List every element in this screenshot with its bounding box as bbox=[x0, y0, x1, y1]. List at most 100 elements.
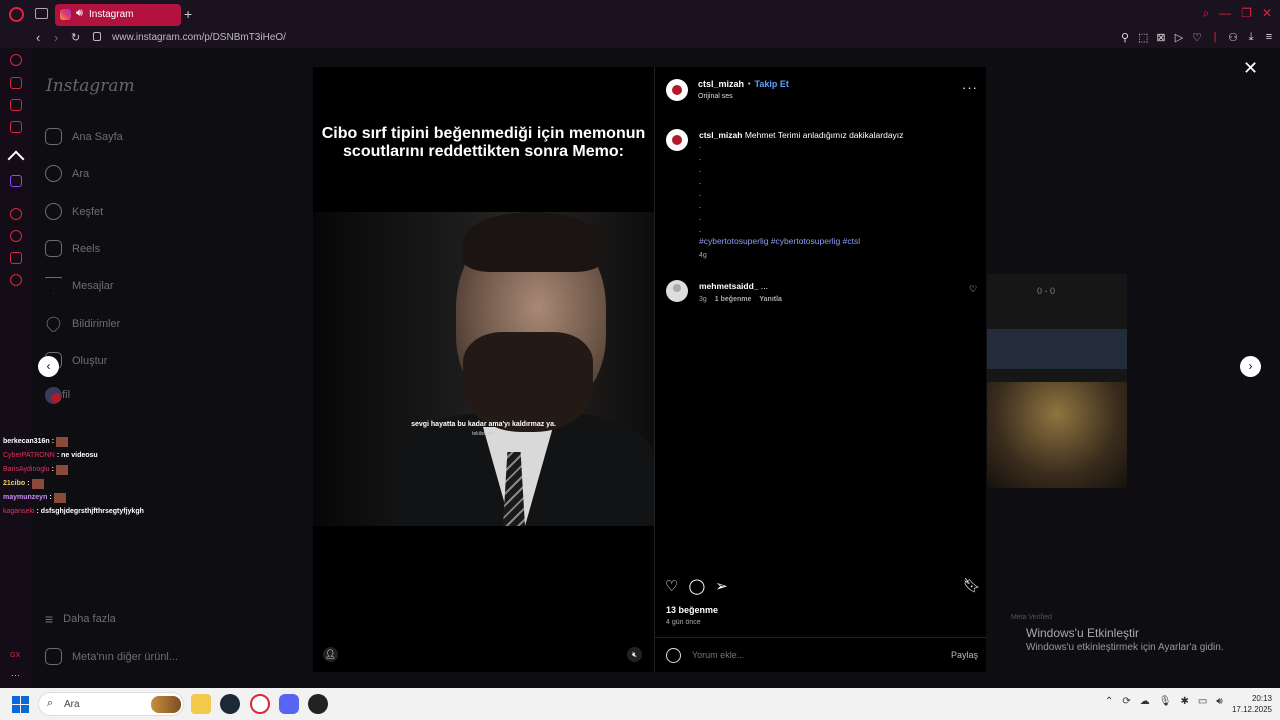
aria-icon[interactable] bbox=[10, 77, 22, 89]
network-icon[interactable]: ▭ bbox=[1198, 696, 1207, 707]
messenger-icon[interactable] bbox=[10, 99, 22, 111]
arrow-icon[interactable] bbox=[7, 150, 25, 168]
author-username[interactable]: ctsl_mizah bbox=[698, 79, 744, 89]
caption-line: ctsl_mizah Mehmet Terimi anladığımız dak… bbox=[699, 130, 979, 140]
more-options-icon[interactable]: ··· bbox=[962, 80, 978, 95]
nav-home[interactable]: Ana Sayfa bbox=[45, 128, 123, 145]
pin-icon[interactable]: ⚲ bbox=[1120, 31, 1130, 44]
back-button[interactable]: ‹ bbox=[36, 30, 40, 45]
url-field[interactable]: www.instagram.com/p/DSNBmT3iHeO/ bbox=[112, 32, 286, 43]
minimize-button[interactable]: — bbox=[1219, 6, 1231, 21]
tab-instagram[interactable]: 🔊︎ Instagram bbox=[55, 4, 181, 26]
comment-icon[interactable]: ◯ bbox=[688, 577, 705, 595]
nav-more[interactable]: ≡ Daha fazla bbox=[45, 611, 116, 627]
nav-profile[interactable]: Profil bbox=[45, 386, 70, 404]
settings-icon[interactable] bbox=[10, 274, 22, 286]
sync-icon[interactable]: ⟳ bbox=[1122, 696, 1130, 707]
like-icon[interactable]: ♡ bbox=[665, 577, 678, 595]
download-icon[interactable]: ⤓ bbox=[1246, 31, 1256, 44]
chat-user: CyberPATRONN bbox=[3, 452, 55, 459]
instagram-icon[interactable] bbox=[10, 121, 22, 133]
tagged-users-icon[interactable]: 👤︎ bbox=[323, 647, 338, 662]
menu-icon[interactable]: ≡ bbox=[1264, 31, 1274, 44]
nav-notifications[interactable]: Bildirimler bbox=[43, 313, 120, 334]
comment-like-icon[interactable]: ♡ bbox=[969, 284, 977, 295]
audio-link[interactable]: Orijinal ses bbox=[698, 93, 733, 100]
speaker-icon[interactable]: 🔊︎ bbox=[76, 7, 83, 20]
instagram-favicon-icon bbox=[60, 9, 71, 20]
nav-label: Ara bbox=[72, 167, 90, 180]
caption-text: Mehmet Terimi anladığımız dakikalardayız bbox=[744, 130, 904, 140]
chat-text: : bbox=[51, 438, 55, 445]
lock-icon[interactable] bbox=[93, 32, 101, 41]
chevron-up-icon[interactable]: ⌃ bbox=[1105, 696, 1113, 707]
gx-icon[interactable]: GX bbox=[10, 652, 20, 659]
post-media[interactable]: Cibo sırf tipini beğenmediği için memonu… bbox=[313, 67, 654, 672]
meta-verified-link[interactable]: Meta Verified bbox=[1011, 614, 1052, 621]
follow-button[interactable]: Takip Et bbox=[754, 79, 788, 89]
speed-dial-icon[interactable] bbox=[10, 54, 22, 66]
reload-button[interactable]: ↻ bbox=[71, 31, 80, 44]
new-tab-button[interactable]: + bbox=[184, 6, 192, 22]
post-comment-button[interactable]: Paylaş bbox=[951, 650, 978, 660]
twitch-icon[interactable] bbox=[10, 175, 22, 187]
opera-gx-icon[interactable] bbox=[250, 694, 270, 714]
steam-icon[interactable] bbox=[220, 694, 240, 714]
comment-likes[interactable]: 1 beğenme bbox=[715, 296, 752, 303]
caption-dot: . bbox=[699, 165, 702, 174]
nav-messages[interactable]: Mesajlar bbox=[45, 277, 114, 294]
heart-icon[interactable]: ♡ bbox=[1192, 31, 1202, 44]
more-icon[interactable]: ··· bbox=[11, 670, 20, 680]
taskbar-search[interactable]: ⌕ Ara bbox=[38, 692, 184, 716]
snapshot-icon[interactable]: ⬚ bbox=[1138, 31, 1148, 44]
volume-icon[interactable]: 🔊︎ bbox=[1216, 696, 1222, 707]
comment-username[interactable]: mehmetsaidd_ bbox=[699, 281, 759, 291]
forward-button[interactable]: › bbox=[54, 30, 58, 45]
post-header: ctsl_mizah • Takip Et Orijinal ses ··· bbox=[655, 67, 987, 113]
next-post-button[interactable]: › bbox=[1240, 356, 1261, 377]
windows-start-icon[interactable] bbox=[12, 696, 29, 713]
nav-label: Daha fazla bbox=[63, 613, 116, 625]
caption-dot: . bbox=[699, 189, 702, 198]
caption-avatar[interactable] bbox=[666, 129, 688, 151]
app-icon[interactable] bbox=[308, 694, 328, 714]
discord-icon[interactable] bbox=[279, 694, 299, 714]
instagram-logo[interactable]: Instagram bbox=[46, 76, 135, 96]
restore-button[interactable]: ❐ bbox=[1241, 6, 1252, 21]
chat-message: maymunzeyn: bbox=[3, 491, 144, 505]
player-icon[interactable] bbox=[10, 208, 22, 220]
search-tabs-icon[interactable]: ⌕ bbox=[1202, 6, 1209, 21]
extensions-icon[interactable] bbox=[10, 252, 22, 264]
bookmark-icon[interactable]: 🔖︎ bbox=[963, 577, 981, 594]
player-icon[interactable]: ▷ bbox=[1174, 31, 1184, 44]
like-count[interactable]: 13 beğenme bbox=[666, 605, 718, 615]
hashtags[interactable]: #cybertotosuperlig #cybertotosuperlig #c… bbox=[699, 236, 979, 246]
opera-menu-icon[interactable] bbox=[9, 7, 24, 22]
microphone-icon[interactable]: 🎙︎ bbox=[1159, 696, 1172, 707]
emoji-icon[interactable] bbox=[666, 648, 681, 663]
close-window-button[interactable]: ✕ bbox=[1262, 6, 1272, 21]
cloud-icon[interactable]: ☁ bbox=[1140, 696, 1150, 707]
caption-username[interactable]: ctsl_mizah bbox=[699, 130, 742, 140]
close-icon[interactable]: ✕ bbox=[1243, 58, 1258, 79]
adblock-icon[interactable]: ⊠ bbox=[1156, 31, 1166, 44]
clock[interactable]: 20:13 17.12.2025 bbox=[1228, 693, 1272, 715]
nav-reels[interactable]: Reels bbox=[45, 240, 100, 257]
file-explorer-icon[interactable] bbox=[191, 694, 211, 714]
avatar-icon bbox=[45, 386, 62, 404]
comment-input[interactable] bbox=[692, 650, 809, 660]
commenter-avatar[interactable] bbox=[666, 280, 688, 302]
author-avatar[interactable] bbox=[666, 79, 688, 101]
share-icon[interactable]: ➢ bbox=[715, 577, 728, 595]
reply-button[interactable]: Yanıtla bbox=[759, 296, 782, 303]
nav-explore[interactable]: Keşfet bbox=[45, 203, 103, 220]
nav-meta-apps[interactable]: Meta'nın diğer ürünl... bbox=[45, 648, 178, 665]
bluetooth-icon[interactable]: ✱ bbox=[1180, 696, 1188, 707]
account-icon[interactable]: ⚇ bbox=[1228, 31, 1238, 44]
nav-label: Ana Sayfa bbox=[72, 130, 123, 143]
previous-post-button[interactable]: ‹ bbox=[38, 356, 59, 377]
mute-icon[interactable]: 🔇︎ bbox=[627, 647, 642, 662]
workspaces-icon[interactable] bbox=[35, 8, 48, 19]
nav-search[interactable]: Ara bbox=[45, 165, 89, 182]
history-icon[interactable] bbox=[10, 230, 22, 242]
